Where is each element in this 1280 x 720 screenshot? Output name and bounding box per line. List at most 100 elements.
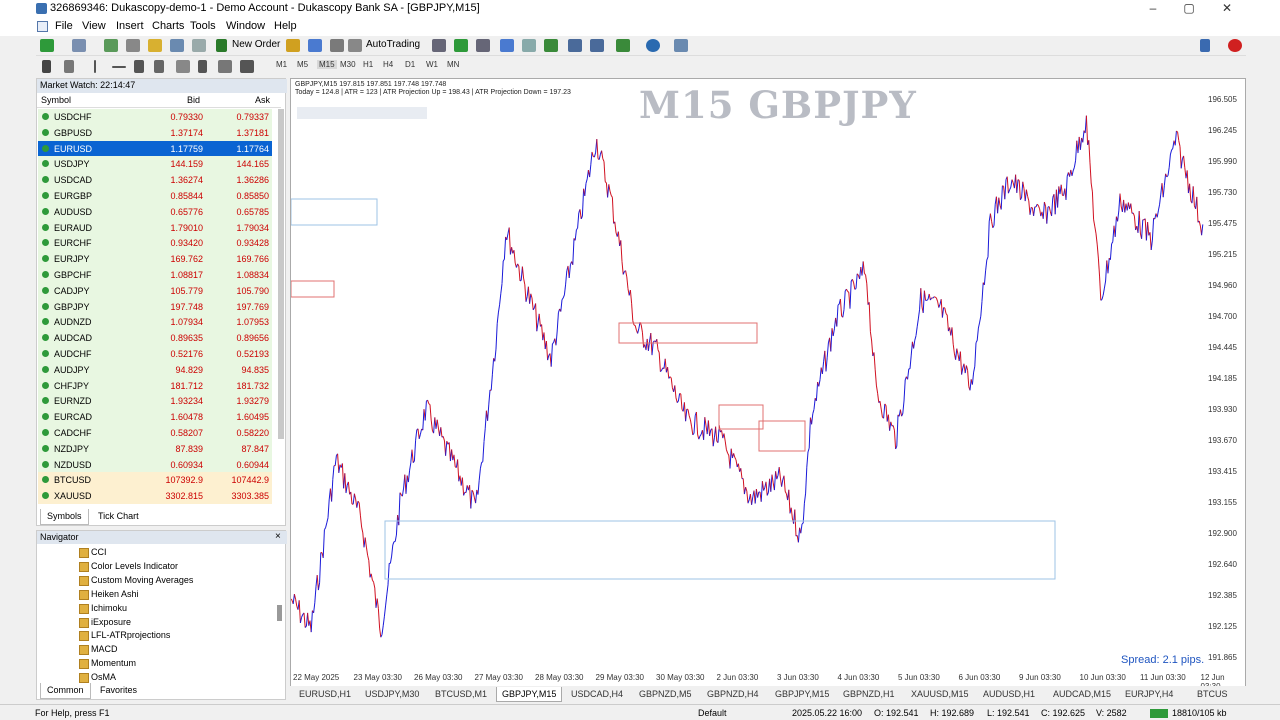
navigator-item[interactable]: Color Levels Indicator — [79, 561, 178, 575]
chart-tab[interactable]: USDCAD,H4 — [566, 687, 628, 702]
chart-tab[interactable]: XAUUSD,M15 — [906, 687, 974, 702]
navigator-item[interactable]: LFL-ATRprojections — [79, 630, 170, 644]
navigator-item[interactable]: Heiken Ashi — [79, 589, 139, 603]
autotrading-icon[interactable] — [348, 39, 362, 52]
menu-help[interactable]: Help — [274, 20, 297, 32]
market-watch-row[interactable]: XAUUSD 3302.815 3303.385 — [38, 488, 272, 505]
close-button[interactable]: ✕ — [1212, 1, 1242, 17]
price-chart[interactable] — [291, 79, 1247, 687]
market-watch-scrollbar[interactable] — [278, 109, 284, 439]
chart-shift-icon[interactable] — [568, 39, 582, 52]
chart-tab[interactable]: AUDUSD,H1 — [978, 687, 1040, 702]
menu-file[interactable]: File — [55, 20, 73, 32]
navigator-scrollbar[interactable] — [277, 605, 282, 621]
fibonacci-icon[interactable] — [176, 60, 190, 73]
arrows-icon[interactable] — [240, 60, 254, 73]
zoom-in-icon[interactable] — [500, 39, 514, 52]
market-watch-row[interactable]: GBPUSD 1.37174 1.37181 — [38, 124, 272, 141]
timeframe-mn[interactable]: MN — [447, 60, 459, 69]
market-watch-row[interactable]: GBPCHF 1.08817 1.08834 — [38, 267, 272, 283]
market-watch-row[interactable]: EURCAD 1.60478 1.60495 — [38, 409, 272, 426]
document-icon[interactable] — [37, 21, 48, 32]
market-watch-row[interactable]: CHFJPY 181.712 181.732 — [38, 377, 272, 394]
market-watch-row[interactable]: AUDCHF 0.52176 0.52193 — [38, 346, 272, 362]
tab-favorites[interactable]: Favorites — [94, 683, 143, 699]
menu-view[interactable]: View — [82, 20, 106, 32]
market-watch-row[interactable]: EURCHF 0.93420 0.93428 — [38, 235, 272, 252]
navigator-item[interactable]: iExposure — [79, 617, 131, 631]
timeframe-m5[interactable]: M5 — [297, 60, 308, 69]
trendline-icon[interactable] — [134, 60, 144, 73]
column-ask[interactable]: Ask — [255, 95, 270, 105]
chart-window[interactable]: GBPJPY,M15 197.815 197.851 197.748 197.7… — [290, 78, 1247, 691]
market-watch-icon[interactable] — [104, 39, 118, 52]
new-order-icon[interactable] — [216, 39, 227, 52]
new-chart-icon[interactable] — [40, 39, 54, 52]
chart-tab[interactable]: GBPNZD,H4 — [702, 687, 764, 702]
timeframe-m15[interactable]: M15 — [317, 60, 337, 69]
market-watch-row[interactable]: AUDJPY 94.829 94.835 — [38, 361, 272, 378]
text-label-icon[interactable] — [218, 60, 232, 73]
tab-tick-chart[interactable]: Tick Chart — [92, 509, 145, 525]
market-watch-row[interactable]: EURUSD 1.17759 1.17764 — [38, 140, 272, 157]
chart-tab[interactable]: BTCUSD,M1 — [430, 687, 492, 702]
column-symbol[interactable]: Symbol — [41, 95, 71, 105]
cursor-icon[interactable] — [42, 60, 51, 73]
market-watch-row[interactable]: AUDUSD 0.65776 0.65785 — [38, 203, 272, 220]
indicators-icon[interactable] — [616, 39, 630, 52]
chart-tab[interactable]: GBPJPY,M15 — [770, 687, 834, 702]
tab-symbols[interactable]: Symbols — [40, 509, 89, 525]
candlestick-icon[interactable] — [454, 39, 468, 52]
market-watch-row[interactable]: BTCUSD 107392.9 107442.9 — [38, 472, 272, 489]
market-icon[interactable] — [330, 39, 344, 52]
navigator-item[interactable]: Custom Moving Averages — [79, 575, 193, 589]
navigator-item[interactable]: MACD — [79, 644, 118, 658]
market-watch-row[interactable]: EURJPY 169.762 169.766 — [38, 251, 272, 268]
metaeditor-icon[interactable] — [286, 39, 300, 52]
horizontal-line-icon[interactable] — [112, 66, 126, 68]
market-watch-row[interactable]: CADJPY 105.779 105.790 — [38, 282, 272, 299]
channel-icon[interactable] — [154, 60, 164, 73]
autoscroll-icon[interactable] — [590, 39, 604, 52]
chart-tab[interactable]: GBPNZD,H1 — [838, 687, 900, 702]
timeframe-h4[interactable]: H4 — [383, 60, 393, 69]
chart-tab[interactable]: AUDCAD,M15 — [1048, 687, 1116, 702]
text-icon[interactable] — [198, 60, 207, 73]
menu-tools[interactable]: Tools — [190, 20, 216, 32]
menu-window[interactable]: Window — [226, 20, 265, 32]
navigator-item[interactable]: CCI — [79, 547, 107, 561]
templates-icon[interactable] — [674, 39, 688, 52]
chart-tab[interactable]: USDJPY,M30 — [360, 687, 424, 702]
navigator-close-icon[interactable]: × — [275, 531, 281, 542]
market-watch-row[interactable]: GBPJPY 197.748 197.769 — [38, 298, 272, 315]
navigator-item[interactable]: Momentum — [79, 658, 136, 672]
market-watch-row[interactable]: USDCHF 0.79330 0.79337 — [38, 109, 272, 125]
strategy-tester-icon[interactable] — [192, 39, 206, 52]
navigator-item[interactable]: Ichimoku — [79, 603, 127, 617]
chart-tab[interactable]: GBPNZD,M5 — [634, 687, 697, 702]
chart-tab[interactable]: EURJPY,H4 — [1120, 687, 1178, 702]
notification-icon[interactable] — [1228, 39, 1242, 52]
market-watch-row[interactable]: EURNZD 1.93234 1.93279 — [38, 393, 272, 410]
market-watch-row[interactable]: EURAUD 1.79010 1.79034 — [38, 219, 272, 236]
timeframe-d1[interactable]: D1 — [405, 60, 415, 69]
minimize-button[interactable]: – — [1138, 1, 1168, 17]
signals-icon[interactable] — [308, 39, 322, 52]
crosshair-icon[interactable] — [64, 60, 74, 73]
market-watch-row[interactable]: AUDNZD 1.07934 1.07953 — [38, 314, 272, 331]
column-bid[interactable]: Bid — [187, 95, 200, 105]
timeframe-h1[interactable]: H1 — [363, 60, 373, 69]
navigator-icon[interactable] — [148, 39, 162, 52]
market-watch-row[interactable]: USDCAD 1.36274 1.36286 — [38, 172, 272, 189]
chart-tab[interactable]: GBPJPY,M15 — [496, 687, 563, 702]
timeframe-m30[interactable]: M30 — [340, 60, 356, 69]
autotrading-button[interactable]: AutoTrading — [366, 39, 420, 50]
timeframe-w1[interactable]: W1 — [426, 60, 438, 69]
timeframe-m1[interactable]: M1 — [276, 60, 287, 69]
maximize-button[interactable]: ▢ — [1174, 1, 1204, 17]
line-chart-icon[interactable] — [476, 39, 490, 52]
menu-charts[interactable]: Charts — [152, 20, 184, 32]
market-watch-row[interactable]: USDJPY 144.159 144.165 — [38, 156, 272, 173]
chart-tab[interactable]: BTCUS — [1192, 687, 1233, 702]
profiles-icon[interactable] — [72, 39, 86, 52]
